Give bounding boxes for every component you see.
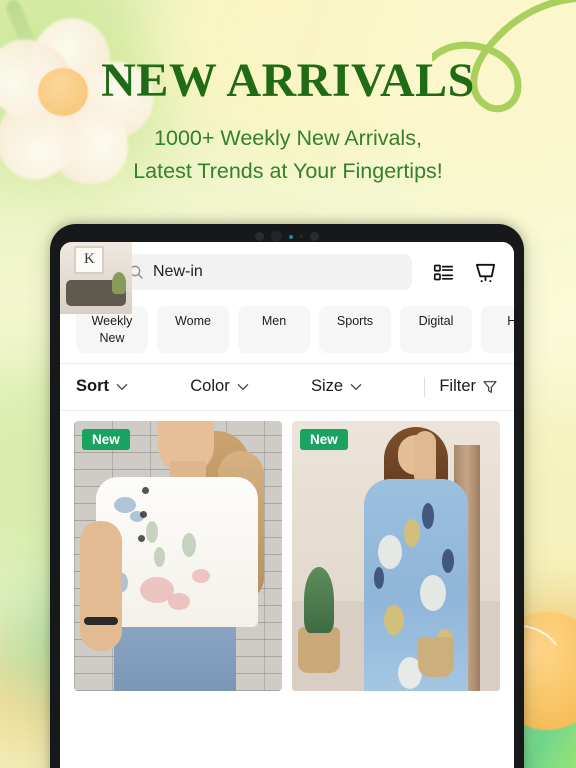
filter-label: Filter (439, 377, 477, 396)
hero-section: NEW ARRIVALS 1000+ Weekly New Arrivals, … (0, 0, 576, 188)
garment-jeans (114, 615, 236, 691)
filter-bar: Sort Color Size Filter (60, 362, 514, 411)
hero-subtitle-line-1: 1000+ Weekly New Arrivals, (154, 126, 422, 151)
tablet-device-mockup: New-in Weekly New Wome Men Sports Digita… (50, 224, 524, 768)
sensor-dot (310, 232, 319, 241)
page-title: NEW ARRIVALS (101, 54, 475, 107)
shopping-cart-icon (475, 263, 495, 282)
chevron-down-icon (350, 383, 362, 390)
color-dropdown[interactable]: Color (190, 377, 249, 396)
plant (304, 566, 334, 633)
app-header-actions (426, 259, 498, 285)
device-sensor-array (255, 231, 319, 242)
product-image (292, 420, 500, 691)
color-label: Color (190, 377, 230, 396)
category-item-home-living[interactable]: K H L (60, 242, 514, 353)
handbag (418, 636, 454, 677)
sensor-dot (300, 235, 303, 238)
category-label: Men (261, 314, 287, 328)
filter-button[interactable]: Filter (439, 377, 498, 396)
category-item-sports[interactable]: Sports (60, 242, 391, 353)
category-label: Digital (418, 314, 454, 328)
product-card[interactable]: New (74, 420, 282, 691)
divider (424, 376, 426, 397)
size-label: Size (310, 377, 344, 396)
model-arm (80, 520, 122, 651)
new-badge: New (300, 428, 348, 450)
chevron-down-icon (237, 383, 248, 390)
hero-subtitle: 1000+ Weekly New Arrivals, Latest Trends… (0, 122, 576, 187)
category-item-women[interactable]: Wome (60, 242, 229, 353)
list-view-icon (433, 264, 453, 280)
front-camera-icon (271, 231, 282, 242)
search-input[interactable]: New-in (116, 254, 412, 290)
product-image (74, 420, 282, 691)
sort-dropdown[interactable]: Sort (76, 377, 129, 396)
chevron-down-icon (116, 383, 128, 390)
category-item-digital[interactable]: 20:38 Digital (60, 242, 472, 353)
list-view-button[interactable] (430, 259, 456, 285)
new-badge: New (82, 428, 130, 450)
size-dropdown[interactable]: Size (311, 377, 363, 396)
category-item-men[interactable]: Men (60, 242, 310, 353)
model-bracelet (84, 616, 118, 625)
category-label: H L (507, 314, 514, 328)
category-label: Sports (336, 314, 374, 328)
hero-subtitle-line-2: Latest Trends at Your Fingertips! (133, 159, 443, 184)
sensor-dot (255, 232, 264, 241)
vase (298, 626, 340, 673)
cart-button[interactable] (472, 259, 498, 285)
search-input-value: New-in (153, 263, 203, 280)
product-card[interactable]: New (292, 420, 500, 691)
funnel-icon (483, 380, 497, 393)
product-grid: New New (60, 410, 514, 691)
category-scroller[interactable]: '24 Weekly New (60, 242, 514, 363)
indicator-light (289, 234, 293, 239)
category-label: Wome (175, 314, 211, 328)
sort-label: Sort (76, 377, 109, 396)
app-screen: New-in Weekly New Wome Men Sports Digita… (60, 242, 514, 768)
